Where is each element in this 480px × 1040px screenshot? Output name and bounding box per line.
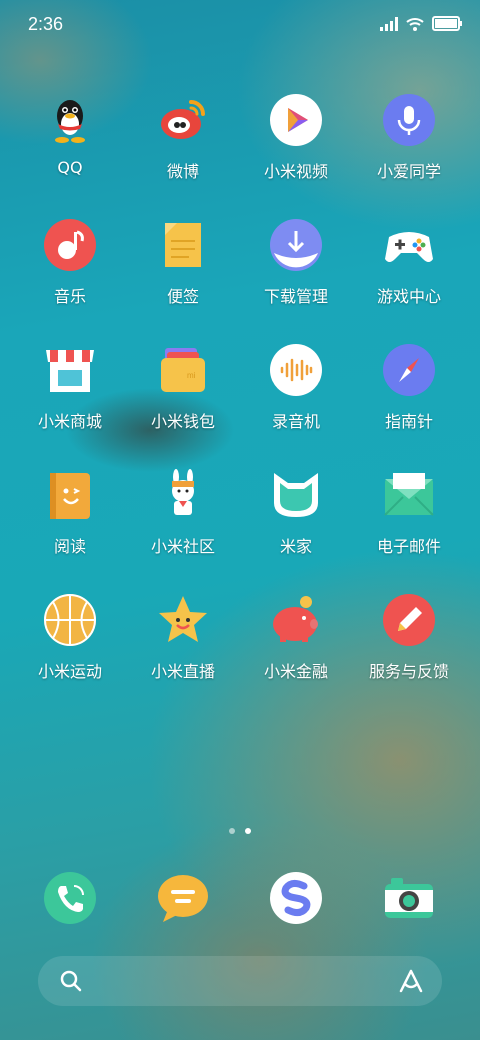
app-mi-community[interactable]: 小米社区 [127, 463, 239, 573]
app-mi-live[interactable]: 小米直播 [127, 588, 239, 698]
basketball-icon [44, 594, 96, 646]
download-arrow-icon [270, 219, 322, 271]
app-weibo[interactable]: 微博 [127, 88, 239, 198]
app-label: QQ [57, 158, 83, 177]
battery-icon [432, 16, 462, 31]
app-mi-video[interactable]: 小米视频 [240, 88, 352, 198]
app-label: 指南针 [384, 412, 433, 431]
qq-penguin-icon [44, 94, 96, 146]
app-label: 米家 [279, 537, 312, 556]
status-icons [380, 16, 462, 31]
app-compass[interactable]: 指南针 [353, 338, 465, 448]
star-face-icon [157, 594, 209, 646]
soundwave-icon [270, 344, 322, 396]
app-recorder[interactable]: 录音机 [240, 338, 352, 448]
compass-icon [383, 344, 435, 396]
app-music[interactable]: 音乐 [14, 213, 126, 323]
dock-phone[interactable] [14, 866, 126, 926]
app-label: 下载管理 [263, 287, 328, 306]
browser-icon [270, 872, 322, 924]
app-reader[interactable]: 阅读 [14, 463, 126, 573]
app-label: 微博 [166, 162, 199, 181]
app-label: 小米社区 [150, 537, 215, 556]
pencil-icon [383, 594, 435, 646]
status-bar: 2:36 [0, 0, 480, 48]
weibo-icon [157, 94, 209, 146]
app-label: 小爱同学 [376, 162, 441, 181]
status-time: 2:36 [28, 14, 64, 34]
video-play-icon [270, 94, 322, 146]
wifi-icon [406, 17, 424, 31]
dock-browser[interactable] [240, 866, 352, 926]
app-label: 录音机 [271, 412, 320, 431]
app-label: 小米直播 [150, 662, 215, 681]
camera-icon [383, 872, 435, 924]
wallet-icon: mi [157, 344, 209, 396]
app-downloads[interactable]: 下载管理 [240, 213, 352, 323]
app-label: 阅读 [53, 537, 86, 556]
search-bar[interactable] [38, 956, 442, 1006]
mitu-bunny-icon [157, 469, 209, 521]
app-label: 小米商城 [37, 412, 102, 431]
mi-home-cat-icon [270, 469, 322, 521]
app-label: 小米视频 [263, 162, 328, 181]
app-feedback[interactable]: 服务与反馈 [353, 588, 465, 698]
app-label: 音乐 [53, 287, 86, 306]
dock-messages[interactable] [127, 866, 239, 926]
page-indicator[interactable] [0, 828, 480, 834]
app-label: 小米运动 [37, 662, 102, 681]
book-face-icon [44, 469, 96, 521]
app-mi-sports[interactable]: 小米运动 [14, 588, 126, 698]
microphone-icon [383, 94, 435, 146]
page-dot-active[interactable] [245, 828, 251, 834]
store-icon [44, 344, 96, 396]
music-note-icon [44, 219, 96, 271]
app-mi-home[interactable]: 米家 [240, 463, 352, 573]
search-icon[interactable] [60, 970, 82, 992]
dock-camera[interactable] [353, 866, 465, 926]
piggy-bank-icon [270, 594, 322, 646]
app-email[interactable]: 电子邮件 [353, 463, 465, 573]
xiaoai-logo-icon[interactable] [398, 968, 424, 994]
gamepad-icon [383, 219, 435, 271]
page-dot[interactable] [229, 828, 235, 834]
app-mi-finance[interactable]: 小米金融 [240, 588, 352, 698]
phone-icon [44, 872, 96, 924]
app-label: 小米钱包 [150, 412, 215, 431]
app-game-center[interactable]: 游戏中心 [353, 213, 465, 323]
signal-icon [380, 16, 398, 31]
app-mi-store[interactable]: 小米商城 [14, 338, 126, 448]
svg-text:mi: mi [187, 371, 196, 380]
app-xiaoai[interactable]: 小爱同学 [353, 88, 465, 198]
app-mi-wallet[interactable]: mi 小米钱包 [127, 338, 239, 448]
notes-icon [157, 219, 209, 271]
envelope-icon [383, 469, 435, 521]
dock [0, 866, 480, 926]
app-notes[interactable]: 便签 [127, 213, 239, 323]
app-label: 服务与反馈 [368, 662, 449, 681]
app-label: 小米金融 [263, 662, 328, 681]
app-label: 便签 [166, 287, 199, 306]
messages-icon [157, 872, 209, 924]
app-label: 电子邮件 [376, 537, 441, 556]
app-label: 游戏中心 [376, 287, 441, 306]
app-qq[interactable]: QQ [14, 88, 126, 198]
